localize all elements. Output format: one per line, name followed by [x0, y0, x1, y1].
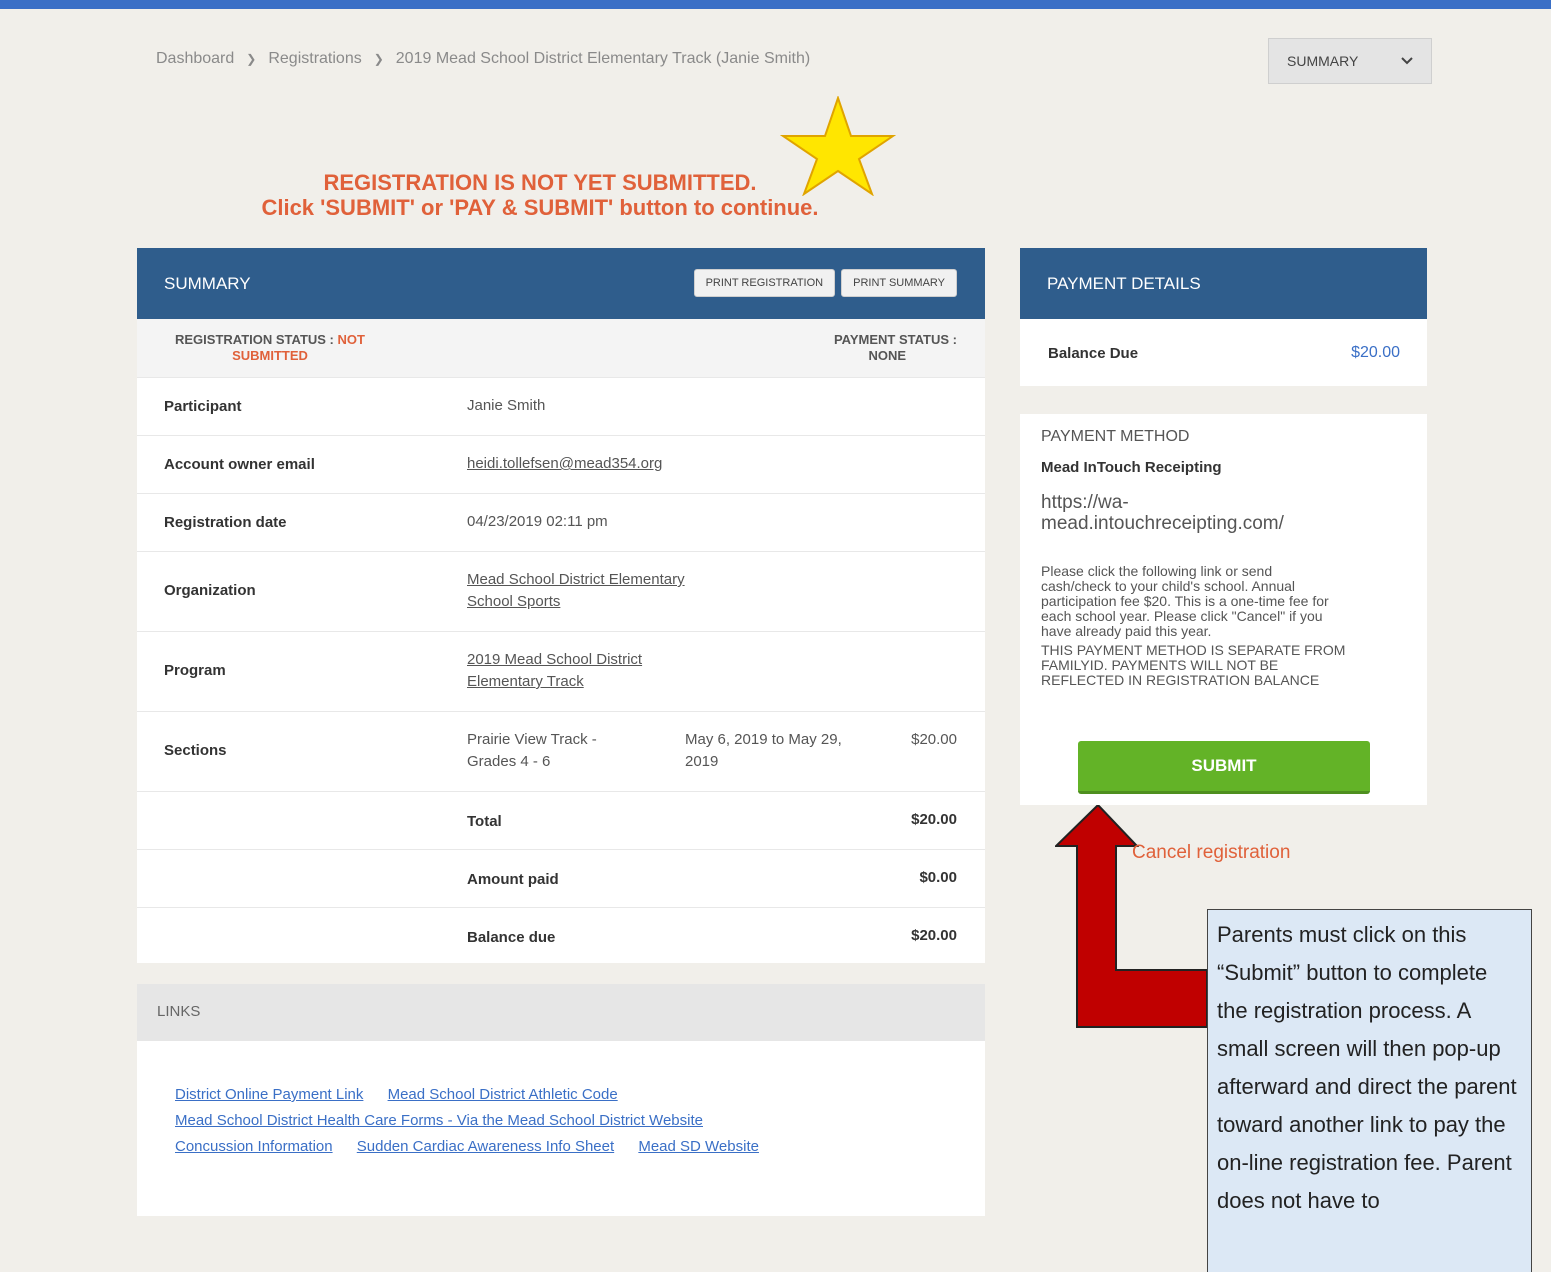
program-link-line-1: 2019 Mead School District — [467, 651, 643, 668]
instruction-callout: Parents must click on this “Submit” butt… — [1207, 909, 1532, 1272]
organization-label: Organization — [164, 582, 256, 599]
links-panel: LINKS District Online Payment Link Mead … — [137, 984, 985, 1216]
summary-header: SUMMARY PRINT REGISTRATION PRINT SUMMARY — [137, 248, 985, 319]
summary-panel: SUMMARY PRINT REGISTRATION PRINT SUMMARY… — [137, 248, 985, 963]
section-dates-line-2: 2019 — [685, 753, 719, 770]
section-name-line-2: Grades 4 - 6 — [467, 753, 551, 770]
email-row: Account owner email heidi.tollefsen@mead… — [137, 435, 985, 493]
date-row: Registration date 04/23/2019 02:11 pm — [137, 493, 985, 551]
organization-link-line-1: Mead School District Elementary — [467, 571, 685, 588]
payment-details-header: PAYMENT DETAILS — [1020, 248, 1427, 319]
breadcrumb-current: 2019 Mead School District Elementary Tra… — [395, 50, 811, 67]
sections-row: Sections Prairie View Track - Grades 4 -… — [137, 711, 985, 791]
balance-due-row: Balance due $20.00 — [137, 907, 985, 963]
payment-balance-label: Balance Due — [1048, 345, 1139, 362]
not-submitted-notice: REGISTRATION IS NOT YET SUBMITTED. Click… — [160, 170, 920, 220]
link-athletic-code[interactable]: Mead School District Athletic Code — [388, 1086, 618, 1103]
payment-method-desc-line-8: REFLECTED IN REGISTRATION BALANCE — [1041, 672, 1320, 688]
total-value: $20.00 — [911, 811, 957, 828]
section-dates-line-1: May 6, 2019 to May 29, — [685, 731, 842, 748]
view-select-label: SUMMARY — [1287, 53, 1359, 69]
chevron-right-icon: ❯ — [373, 52, 384, 66]
balance-due-value: $20.00 — [911, 927, 957, 944]
section-dates: May 6, 2019 to May 29, 2019 — [685, 729, 842, 773]
notice-line-2: Click 'SUBMIT' or 'PAY & SUBMIT' button … — [261, 195, 819, 220]
organization-row: Organization Mead School District Elemen… — [137, 551, 985, 631]
amount-paid-row: Amount paid $0.00 — [137, 849, 985, 907]
breadcrumb-dashboard[interactable]: Dashboard — [156, 50, 234, 68]
total-row: Total $20.00 — [137, 791, 985, 849]
payment-method-desc-line-6: THIS PAYMENT METHOD IS SEPARATE FROM — [1041, 642, 1346, 658]
registration-status-value: NOT — [337, 332, 365, 347]
chevron-right-icon: ❯ — [246, 52, 257, 66]
organization-link[interactable]: Mead School District Elementary School S… — [467, 569, 685, 613]
registration-status-value-2: SUBMITTED — [232, 348, 308, 363]
cancel-registration-link[interactable]: Cancel registration — [1132, 842, 1290, 864]
status-row: REGISTRATION STATUS : NOT SUBMITTED PAYM… — [137, 319, 985, 377]
section-name: Prairie View Track - Grades 4 - 6 — [467, 729, 597, 773]
date-value: 04/23/2019 02:11 pm — [467, 513, 608, 530]
payment-details-panel: PAYMENT DETAILS Balance Due $20.00 — [1020, 248, 1427, 386]
payment-details-title: PAYMENT DETAILS — [1047, 273, 1201, 293]
payment-method-desc-line-7: FAMILYID. PAYMENTS WILL NOT BE — [1041, 657, 1279, 673]
total-label: Total — [467, 813, 502, 830]
top-accent-bar — [0, 0, 1551, 9]
link-sudden-cardiac-awareness[interactable]: Sudden Cardiac Awareness Info Sheet — [357, 1138, 614, 1155]
notice-line-1: REGISTRATION IS NOT YET SUBMITTED. — [323, 170, 757, 195]
payment-balance-value: $20.00 — [1351, 344, 1400, 361]
link-mead-sd-website[interactable]: Mead SD Website — [638, 1138, 759, 1155]
balance-due-label: Balance due — [467, 929, 556, 946]
view-select[interactable]: SUMMARY — [1268, 38, 1432, 84]
payment-method-description: Please click the following link or send … — [1041, 564, 1345, 688]
link-district-online-payment[interactable]: District Online Payment Link — [175, 1086, 363, 1103]
arrow-up-annotation-icon — [1055, 805, 1208, 1028]
email-link[interactable]: heidi.tollefsen@mead354.org — [467, 453, 662, 475]
links-title: LINKS — [157, 1003, 201, 1020]
program-link-line-2: Elementary Track — [467, 673, 584, 690]
payment-method-url-line-1: https://wa- — [1041, 492, 1129, 513]
summary-title: SUMMARY — [164, 273, 251, 293]
payment-method-desc-line-1: Please click the following link or send — [1041, 563, 1273, 579]
print-summary-button[interactable]: PRINT SUMMARY — [841, 269, 957, 297]
payment-status-label: PAYMENT STATUS : — [833, 332, 957, 347]
payment-method-url-line-2: mead.intouchreceipting.com/ — [1041, 513, 1284, 534]
program-link[interactable]: 2019 Mead School District Elementary Tra… — [467, 649, 642, 693]
section-name-line-1: Prairie View Track - — [467, 731, 597, 748]
program-label: Program — [164, 662, 226, 679]
payment-method-title: PAYMENT METHOD — [1041, 428, 1190, 445]
payment-method-url: https://wa- mead.intouchreceipting.com/ — [1041, 492, 1284, 534]
payment-method-panel: PAYMENT METHOD Mead InTouch Receipting h… — [1020, 414, 1427, 805]
link-health-care-forms[interactable]: Mead School District Health Care Forms -… — [175, 1112, 703, 1129]
amount-paid-value: $0.00 — [919, 869, 957, 886]
registration-status-label: REGISTRATION STATUS : — [175, 332, 334, 347]
link-concussion-information[interactable]: Concussion Information — [175, 1138, 333, 1155]
breadcrumb-registrations[interactable]: Registrations — [268, 50, 361, 68]
payment-method-name: Mead InTouch Receipting — [1041, 459, 1222, 476]
program-row: Program 2019 Mead School District Elemen… — [137, 631, 985, 711]
print-registration-button[interactable]: PRINT REGISTRATION — [693, 269, 836, 297]
participant-label: Participant — [164, 398, 242, 415]
payment-method-desc-line-5: have already paid this year. — [1041, 623, 1212, 639]
payment-method-desc-line-3: participation fee $20. This is a one-tim… — [1041, 593, 1329, 609]
email-label: Account owner email — [164, 456, 315, 473]
submit-button[interactable]: SUBMIT — [1078, 741, 1370, 794]
payment-method-desc-line-2: cash/check to your child's school. Annua… — [1041, 578, 1296, 594]
date-label: Registration date — [164, 514, 287, 531]
section-price: $20.00 — [911, 731, 957, 748]
payment-status-value: NONE — [868, 348, 906, 363]
links-header: LINKS — [137, 984, 985, 1041]
breadcrumb: Dashboard ❯ Registrations ❯ 2019 Mead Sc… — [156, 50, 810, 68]
participant-row: Participant Janie Smith — [137, 377, 985, 435]
amount-paid-label: Amount paid — [467, 871, 559, 888]
sections-label: Sections — [164, 742, 227, 759]
payment-method-desc-line-4: each school year. Please click "Cancel" … — [1041, 608, 1323, 624]
chevron-down-icon — [1401, 57, 1413, 65]
organization-link-line-2: School Sports — [467, 593, 561, 610]
participant-value: Janie Smith — [467, 397, 546, 414]
